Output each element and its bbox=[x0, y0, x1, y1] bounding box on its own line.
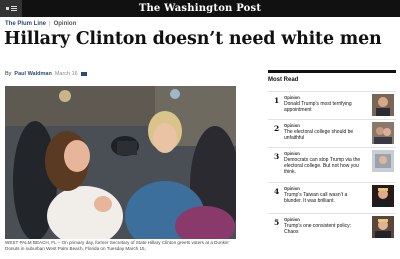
kicker-separator: | bbox=[49, 21, 51, 27]
most-read-item[interactable]: 4 Opinion Trump’s Taiwan call wasn’t a bl… bbox=[268, 182, 396, 208]
most-read-text[interactable]: The electoral college should be unfaithf… bbox=[284, 129, 353, 141]
most-read-text[interactable]: Democrats can stop Trump via the elector… bbox=[284, 157, 360, 175]
most-read-headline[interactable]: Opinion Democrats can stop Trump via the … bbox=[284, 151, 364, 175]
most-read-item[interactable]: 5 Opinion Trump’s one consistent policy: … bbox=[268, 213, 396, 239]
byline-prefix: By bbox=[5, 71, 12, 77]
rank-number: 1 bbox=[274, 96, 280, 105]
most-read-thumbnail[interactable] bbox=[372, 150, 394, 172]
most-read-headline[interactable]: Opinion Trump’s Taiwan call wasn’t a blun… bbox=[284, 186, 364, 204]
masthead-logo[interactable]: The Washington Post bbox=[0, 3, 400, 14]
most-read-thumbnail[interactable] bbox=[372, 216, 394, 238]
most-read-headline[interactable]: Opinion Trump’s one consistent policy: Ch… bbox=[284, 217, 364, 235]
top-nav-bar: The Washington Post bbox=[0, 0, 400, 17]
thumbnail-image bbox=[372, 185, 394, 207]
most-read-thumbnail[interactable] bbox=[372, 94, 394, 116]
most-read-text[interactable]: Trump’s one consistent policy: Chaos bbox=[284, 223, 351, 235]
article-lead-photo bbox=[5, 86, 236, 239]
photo-caption: WEST PALM BEACH, FL – On primary day, fo… bbox=[5, 240, 230, 252]
most-read-item[interactable]: 2 Opinion The electoral college should be… bbox=[268, 119, 396, 145]
most-read-item[interactable]: 3 Opinion Democrats can stop Trump via th… bbox=[268, 147, 396, 175]
blog-kicker-link[interactable]: The Plum Line bbox=[5, 21, 46, 27]
most-read-thumbnail[interactable] bbox=[372, 122, 394, 144]
thumbnail-image bbox=[372, 216, 394, 238]
rank-number: 5 bbox=[274, 218, 280, 227]
rank-number: 2 bbox=[274, 124, 280, 133]
rank-number: 4 bbox=[274, 187, 280, 196]
publish-date: March 16 bbox=[54, 71, 78, 77]
most-read-text[interactable]: Donald Trump’s most terrifying appointme… bbox=[284, 101, 352, 113]
most-read-title: Most Read bbox=[268, 70, 396, 83]
rank-number: 3 bbox=[274, 152, 280, 161]
email-author-icon[interactable] bbox=[80, 72, 87, 76]
article-headline: Hillary Clinton doesn’t need white men bbox=[4, 29, 382, 49]
byline: By Paul Waldman March 16 bbox=[5, 71, 87, 77]
most-read-item[interactable]: 1 Opinion Donald Trump’s most terrifying … bbox=[268, 91, 396, 117]
most-read-thumbnail[interactable] bbox=[372, 185, 394, 207]
most-read-headline[interactable]: Opinion The electoral college should be u… bbox=[284, 123, 364, 141]
most-read-text[interactable]: Trump’s Taiwan call wasn’t a blunder. It… bbox=[284, 192, 347, 204]
photo-illustration bbox=[5, 86, 236, 239]
thumbnail-image bbox=[372, 150, 394, 172]
author-link[interactable]: Paul Waldman bbox=[14, 71, 51, 77]
thumbnail-image bbox=[372, 122, 394, 144]
most-read-headline[interactable]: Opinion Donald Trump’s most terrifying ap… bbox=[284, 95, 364, 113]
thumbnail-image bbox=[372, 94, 394, 116]
category-label: Opinion bbox=[53, 21, 77, 27]
section-label: The Plum Line | Opinion bbox=[5, 21, 76, 27]
